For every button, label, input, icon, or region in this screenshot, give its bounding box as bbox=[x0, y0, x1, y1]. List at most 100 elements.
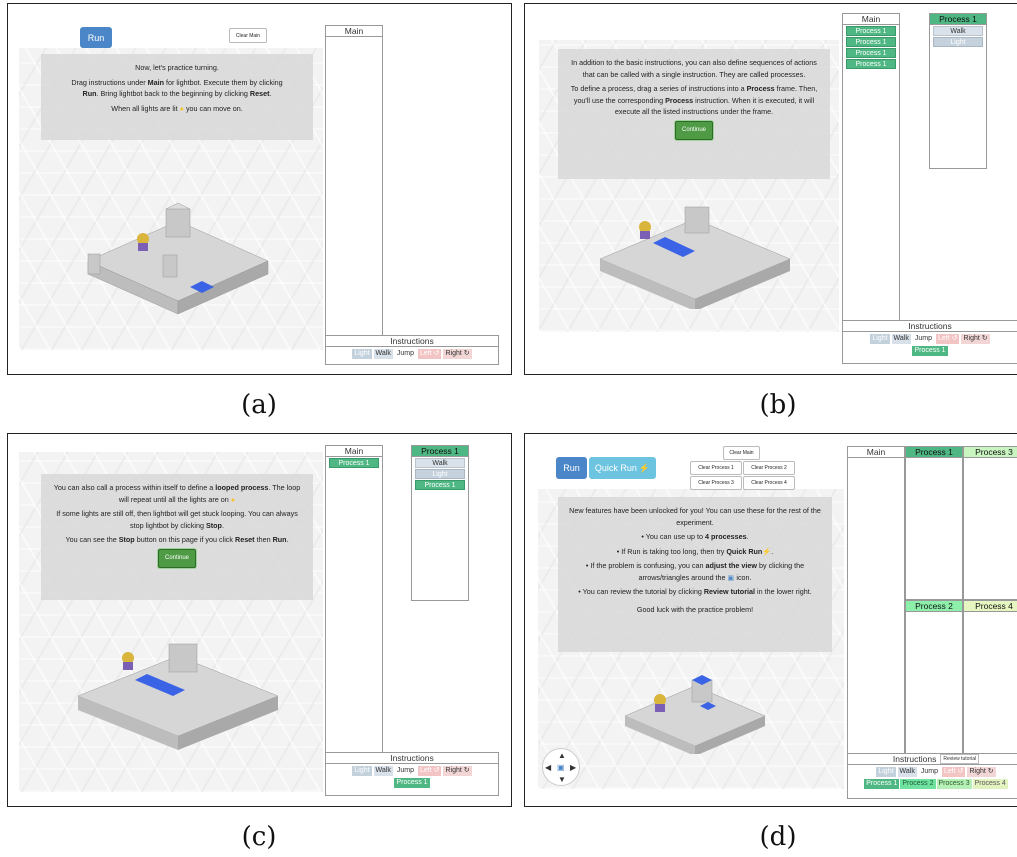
process2-column[interactable]: Process 2 bbox=[905, 600, 963, 754]
process-item[interactable]: Walk bbox=[415, 458, 465, 468]
clear-main-button[interactable]: Clear Main bbox=[229, 28, 267, 43]
continue-button[interactable]: Continue bbox=[157, 548, 197, 568]
tutorial-dialog: In addition to the basic instructions, y… bbox=[558, 49, 830, 179]
view-navigator[interactable]: ▲ ◀ ▣ ▶ ▼ bbox=[542, 748, 580, 786]
arrow-left-icon[interactable]: ◀ bbox=[545, 763, 551, 772]
process1-column[interactable]: Process 1 bbox=[905, 446, 963, 600]
light-instruction[interactable]: Light bbox=[876, 767, 896, 777]
instructions-panel: Instructions Light Walk Jump Left ↺ Righ… bbox=[325, 335, 499, 365]
quick-run-label: Quick Run bbox=[594, 463, 637, 473]
panel-d: Run Quick Run ⚡ Clear Main Clear Process … bbox=[524, 433, 1017, 807]
main-column[interactable]: Main bbox=[847, 446, 905, 754]
main-header: Main bbox=[326, 446, 382, 457]
process1-column[interactable]: Process 1 Walk Light bbox=[929, 13, 987, 169]
instructions-panel: Instructions Light Walk Jump Left ↺ Righ… bbox=[325, 752, 499, 796]
clear-process1-button[interactable]: Clear Process 1 bbox=[690, 461, 742, 475]
process-item[interactable]: Light bbox=[415, 469, 465, 479]
process4-column[interactable]: Process 4 bbox=[963, 600, 1017, 754]
continue-button[interactable]: Continue bbox=[674, 120, 714, 140]
tutorial-dialog: You can also call a process within itsel… bbox=[41, 474, 313, 600]
main-item[interactable]: Process 1 bbox=[846, 37, 896, 47]
process-item[interactable]: Light bbox=[933, 37, 983, 47]
process1-instruction[interactable]: Process 1 bbox=[912, 346, 948, 356]
review-tutorial-button[interactable]: Review tutorial bbox=[940, 754, 980, 764]
view-icon: ▣ bbox=[557, 763, 565, 772]
dialog-line: To define a process, drag a series of in… bbox=[570, 84, 818, 116]
clear-process2-button[interactable]: Clear Process 2 bbox=[743, 461, 795, 475]
main-column[interactable]: Main bbox=[325, 25, 383, 337]
process2-instruction[interactable]: Process 2 bbox=[900, 779, 936, 789]
process1-instruction[interactable]: Process 1 bbox=[864, 779, 900, 789]
dialog-line: You can see the Stop button on this page… bbox=[65, 535, 289, 544]
arrow-down-icon[interactable]: ▼ bbox=[558, 775, 566, 784]
tutorial-dialog: New features have been unlocked for you!… bbox=[558, 497, 832, 652]
right-instruction[interactable]: Right ↻ bbox=[443, 349, 472, 359]
left-instruction[interactable]: Left ↺ bbox=[941, 767, 966, 777]
jump-instruction[interactable]: Jump bbox=[394, 349, 416, 359]
process3-header: Process 3 bbox=[964, 447, 1017, 458]
main-column[interactable]: Main Process 1 bbox=[325, 445, 383, 757]
level-grid bbox=[77, 643, 279, 750]
clear-process3-button[interactable]: Clear Process 3 bbox=[690, 476, 742, 490]
level-grid bbox=[599, 206, 791, 309]
light-instruction[interactable]: Light bbox=[870, 334, 890, 344]
right-instruction[interactable]: Right ↻ bbox=[967, 767, 996, 777]
walk-instruction[interactable]: Walk bbox=[373, 349, 393, 359]
arrow-up-icon[interactable]: ▲ bbox=[558, 751, 566, 760]
caption-b: (b) bbox=[759, 390, 797, 420]
instructions-panel: Instructions Review tutorial Light Walk … bbox=[847, 753, 1017, 799]
clear-main-button[interactable]: Clear Main bbox=[723, 446, 760, 460]
left-instruction[interactable]: Left ↺ bbox=[417, 349, 442, 359]
lightning-icon: ⚡ bbox=[638, 462, 651, 473]
jump-instruction[interactable]: Jump bbox=[912, 334, 934, 344]
process1-header: Process 1 bbox=[906, 447, 962, 458]
main-item[interactable]: Process 1 bbox=[329, 458, 379, 468]
dialog-line: When all lights are lit ● you can move o… bbox=[111, 103, 243, 113]
run-button[interactable]: Run bbox=[556, 457, 587, 479]
panel-c: You can also call a process within itsel… bbox=[7, 433, 512, 807]
process1-header: Process 1 bbox=[930, 14, 986, 25]
walk-instruction[interactable]: Walk bbox=[891, 334, 911, 344]
process2-header: Process 2 bbox=[906, 601, 962, 612]
main-item[interactable]: Process 1 bbox=[846, 26, 896, 36]
instructions-header: Instructions bbox=[326, 753, 498, 764]
right-instruction[interactable]: Right ↻ bbox=[443, 766, 472, 776]
level-grid bbox=[87, 202, 269, 315]
light-instruction[interactable]: Light bbox=[352, 766, 372, 776]
panel-b: In addition to the basic instructions, y… bbox=[524, 3, 1017, 375]
left-instruction[interactable]: Left ↺ bbox=[417, 766, 442, 776]
process-item[interactable]: Process 1 bbox=[415, 480, 465, 490]
dialog-line: Good luck with the practice problem! bbox=[636, 604, 754, 614]
light-instruction[interactable]: Light bbox=[352, 349, 372, 359]
panel-a: Run Clear Main Now, let's practice turni… bbox=[7, 3, 512, 375]
arrow-right-icon[interactable]: ▶ bbox=[570, 763, 576, 772]
main-item[interactable]: Process 1 bbox=[846, 48, 896, 58]
instructions-label: Instructions bbox=[892, 753, 937, 764]
main-item[interactable]: Process 1 bbox=[846, 59, 896, 69]
run-button[interactable]: Run bbox=[80, 27, 112, 48]
quick-run-button[interactable]: Quick Run ⚡ bbox=[589, 457, 656, 479]
instructions-header: Instructions bbox=[843, 321, 1017, 332]
jump-instruction[interactable]: Jump bbox=[918, 767, 940, 777]
main-header: Main bbox=[326, 26, 382, 37]
lightning-icon: ⚡ bbox=[762, 546, 772, 556]
process3-instruction[interactable]: Process 3 bbox=[936, 779, 972, 789]
left-instruction[interactable]: Left ↺ bbox=[935, 334, 960, 344]
clear-process4-button[interactable]: Clear Process 4 bbox=[743, 476, 795, 490]
process3-column[interactable]: Process 3 bbox=[963, 446, 1017, 600]
process1-column[interactable]: Process 1 Walk Light Process 1 bbox=[411, 445, 469, 601]
main-column[interactable]: Main Process 1 Process 1 Process 1 Proce… bbox=[842, 13, 900, 323]
dialog-bullet: • You can review the tutorial by clickin… bbox=[578, 587, 812, 596]
process4-header: Process 4 bbox=[964, 601, 1017, 612]
process-item[interactable]: Walk bbox=[933, 26, 983, 36]
instructions-header: Instructions bbox=[326, 336, 498, 347]
process1-instruction[interactable]: Process 1 bbox=[394, 778, 430, 788]
jump-instruction[interactable]: Jump bbox=[394, 766, 416, 776]
tutorial-dialog: Now, let's practice turning. Drag instru… bbox=[41, 54, 313, 140]
process4-instruction[interactable]: Process 4 bbox=[972, 779, 1008, 789]
walk-instruction[interactable]: Walk bbox=[897, 767, 917, 777]
right-instruction[interactable]: Right ↻ bbox=[961, 334, 990, 344]
walk-instruction[interactable]: Walk bbox=[373, 766, 393, 776]
level-grid bbox=[624, 675, 766, 754]
caption-c: (c) bbox=[241, 822, 277, 852]
